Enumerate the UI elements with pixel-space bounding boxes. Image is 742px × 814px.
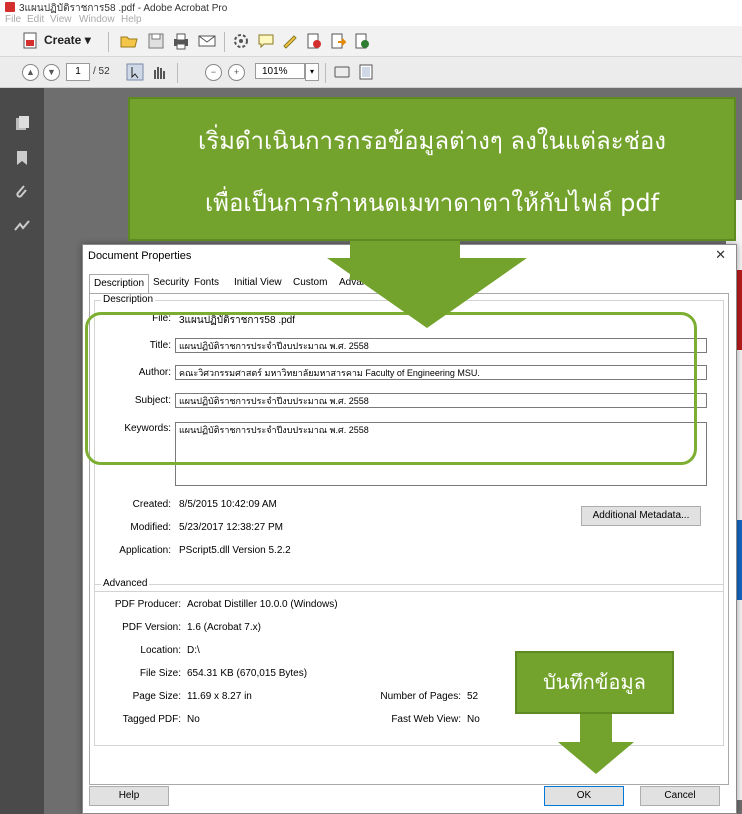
zoom-in-icon[interactable]: +	[228, 64, 245, 81]
attachment-icon[interactable]	[14, 184, 30, 200]
page-size-label: Page Size:	[132, 691, 181, 702]
toolbar-divider	[224, 32, 225, 52]
tab-security[interactable]: Security	[149, 274, 193, 292]
print-icon[interactable]	[172, 32, 190, 50]
fast-web-view-label: Fast Web View:	[391, 714, 461, 725]
toolbar-divider	[325, 63, 326, 83]
file-size-label: File Size:	[139, 668, 181, 679]
fields-highlight-frame	[85, 312, 697, 465]
location-label: Location:	[140, 645, 181, 656]
pdf-version-value: 1.6 (Acrobat 7.x)	[187, 622, 261, 633]
additional-metadata-button[interactable]: Additional Metadata...	[581, 506, 701, 526]
application-label: Application:	[119, 545, 171, 556]
gear-icon[interactable]	[232, 32, 250, 50]
hand-tool-icon[interactable]	[150, 63, 168, 81]
toolbar-divider	[108, 32, 109, 52]
menu-view[interactable]: View	[50, 14, 72, 25]
menu-edit[interactable]: Edit	[27, 14, 44, 25]
zoom-level-input[interactable]: 101%	[255, 63, 305, 79]
instruction-line-2: เพื่อเป็นการกำหนดเมทาดาตาให้กับไฟล์ pdf	[204, 189, 660, 217]
email-icon[interactable]	[198, 32, 216, 50]
bookmark-icon[interactable]	[14, 150, 30, 166]
application-value: PScript5.dll Version 5.2.2	[179, 545, 291, 556]
menu-bar: File Edit View Window Help	[0, 14, 742, 26]
fit-page-icon[interactable]	[357, 63, 375, 81]
advanced-group-label: Advanced	[101, 578, 150, 589]
page-size-value: 11.69 x 8.27 in	[187, 691, 252, 702]
menu-window[interactable]: Window	[79, 14, 115, 25]
save-callout: บันทึกข้อมูล	[515, 651, 674, 714]
pdf-producer-value: Acrobat Distiller 10.0.0 (Windows)	[187, 599, 338, 610]
zoom-out-icon[interactable]: −	[205, 64, 222, 81]
fast-web-view-value: No	[467, 714, 480, 725]
tab-initial-view[interactable]: Initial View	[230, 274, 286, 292]
toolbar-divider	[177, 63, 178, 83]
page-total: / 52	[93, 66, 110, 77]
create-button[interactable]: Create ▾	[44, 33, 91, 47]
fit-width-icon[interactable]	[333, 63, 351, 81]
main-toolbar: Create ▾	[0, 26, 742, 57]
menu-file[interactable]: File	[5, 14, 21, 25]
signature-icon[interactable]	[14, 218, 30, 234]
cancel-button[interactable]: Cancel	[640, 786, 720, 806]
help-button[interactable]: Help	[89, 786, 169, 806]
modified-label: Modified:	[130, 522, 171, 533]
navigation-pane	[0, 88, 44, 814]
title-bar: 3แผนปฏิบัติราชการ58 .pdf - Adobe Acrobat…	[0, 0, 742, 14]
callout-arrow-head	[327, 258, 527, 328]
export-icon[interactable]	[329, 32, 347, 50]
open-folder-icon[interactable]	[120, 32, 138, 50]
created-label: Created:	[132, 499, 171, 510]
pdf-producer-label: PDF Producer:	[114, 599, 181, 610]
save-callout-arrow-head	[558, 742, 634, 774]
tagged-pdf-label: Tagged PDF:	[122, 714, 181, 725]
sign-icon[interactable]	[281, 32, 299, 50]
modified-value: 5/23/2017 12:38:27 PM	[179, 522, 283, 533]
close-icon[interactable]: ✕	[715, 247, 726, 263]
description-group-label: Description	[101, 294, 156, 305]
page-thumbnails-icon[interactable]	[14, 116, 30, 132]
select-cursor-icon[interactable]	[126, 63, 144, 81]
menu-help[interactable]: Help	[121, 14, 142, 25]
save-icon[interactable]	[147, 32, 165, 50]
file-size-value: 654.31 KB (670,015 Bytes)	[187, 668, 308, 679]
ok-button[interactable]: OK	[544, 786, 624, 806]
number-of-pages-label: Number of Pages:	[380, 691, 461, 702]
instruction-line-1: เริ่มดำเนินการกรอข้อมูลต่างๆ ลงในแต่ละช่…	[198, 127, 666, 155]
dialog-title: Document Properties	[88, 250, 192, 262]
instruction-banner: เริ่มดำเนินการกรอข้อมูลต่างๆ ลงในแต่ละช่…	[128, 97, 736, 241]
location-value: D:\	[187, 645, 200, 656]
page-number-input[interactable]: 1	[66, 63, 90, 81]
tagged-pdf-value: No	[187, 714, 200, 725]
create-pdf-icon[interactable]	[22, 32, 40, 50]
tab-fonts[interactable]: Fonts	[190, 274, 223, 292]
pdf-version-label: PDF Version:	[122, 622, 181, 633]
zoom-dropdown-icon[interactable]: ▾	[305, 63, 319, 81]
number-of-pages-value: 52	[467, 691, 479, 702]
tab-description[interactable]: Description	[89, 274, 150, 294]
comment-icon[interactable]	[257, 32, 275, 50]
save-callout-arrow	[580, 714, 612, 742]
combine-icon[interactable]	[353, 32, 371, 50]
acrobat-app-icon	[5, 2, 15, 12]
previous-page-icon[interactable]: ▲	[22, 64, 39, 81]
created-value: 8/5/2015 10:42:09 AM	[179, 499, 277, 510]
secure-icon[interactable]	[305, 32, 323, 50]
page-nav-toolbar: ▲ ▼ 1 / 52 − + 101% ▾	[0, 57, 742, 88]
tab-custom[interactable]: Custom	[289, 274, 331, 292]
next-page-icon[interactable]: ▼	[43, 64, 60, 81]
